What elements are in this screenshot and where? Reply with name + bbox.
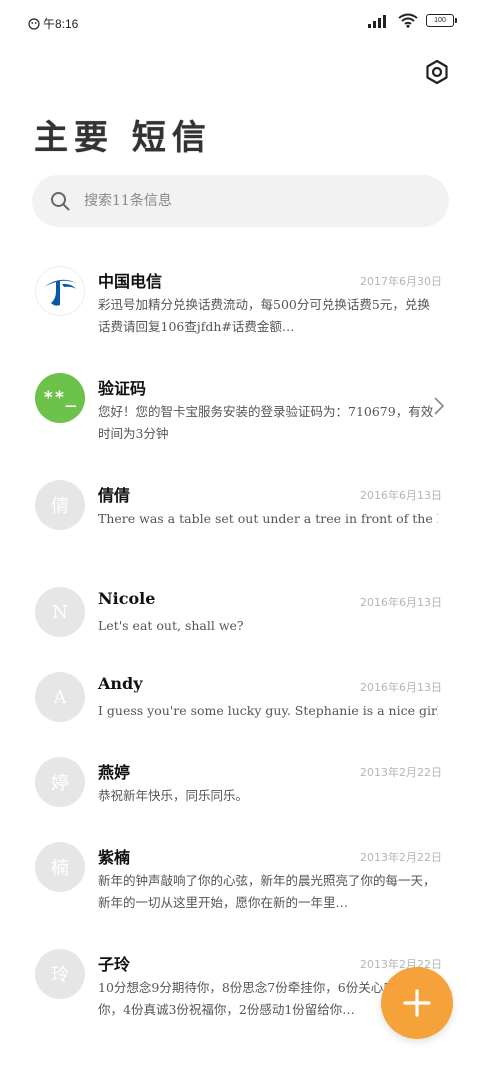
conversation-date: 2017年6月30日 <box>360 275 442 288</box>
avatar-text: 倩 <box>51 496 69 517</box>
conversation-name: Andy <box>98 674 143 693</box>
contact-avatar: 玲 <box>35 949 85 999</box>
contact-avatar: 倩 <box>35 480 85 530</box>
status-right: 100 <box>368 13 457 28</box>
status-left: 午8:16 <box>28 15 78 32</box>
conversation-item[interactable]: 婷 燕婷 2013年2月22日 恭祝新年快乐，同乐同乐。 <box>0 741 480 826</box>
bug-icon <box>28 17 40 30</box>
conversation-date: 2016年6月13日 <box>360 489 442 502</box>
contact-avatar: 婷 <box>35 757 85 807</box>
conversation-list: 中国电信 2017年6月30日 彩迅号加精分兑换话费流动，每500分可兑换话费5… <box>0 250 480 1040</box>
conversation-date: 2013年2月22日 <box>360 766 442 779</box>
hexagon-settings-icon <box>426 59 448 85</box>
signal-icon <box>368 14 386 28</box>
conversation-name: 倩倩 <box>98 486 131 505</box>
conversation-item[interactable]: N Nicole 2016年6月13日 Let's eat out, shall… <box>0 571 480 656</box>
status-bar: 午8:16 100 <box>0 0 480 44</box>
plus-icon <box>403 989 431 1017</box>
avatar-text: 婷 <box>51 773 69 794</box>
contact-avatar: N <box>35 587 85 637</box>
contact-avatar: A <box>35 672 85 722</box>
wifi-icon <box>398 13 418 28</box>
conversation-date: 2013年2月22日 <box>360 851 442 864</box>
conversation-preview: 新年的钟声敲响了你的心弦，新年的晨光照亮了你的每一天，新年的一切从这里开始，愿你… <box>98 873 436 910</box>
chevron-right-icon[interactable] <box>434 397 444 415</box>
contact-avatar: 楠 <box>35 842 85 892</box>
conversation-date: 2016年6月13日 <box>360 596 442 609</box>
conversation-preview: There was a table set out under a tree i… <box>98 511 438 526</box>
conversation-date: 2016年6月13日 <box>360 681 442 694</box>
conversation-item[interactable]: 倩 倩倩 2016年6月13日 There was a table set ou… <box>0 464 480 571</box>
conversation-item[interactable]: 中国电信 2017年6月30日 彩迅号加精分兑换话费流动，每500分可兑换话费5… <box>0 250 480 357</box>
status-time: 午8:16 <box>43 17 79 31</box>
code-avatar: **_ <box>35 373 85 423</box>
china-telecom-logo-icon <box>44 279 76 306</box>
avatar-text: 玲 <box>51 965 69 986</box>
battery-icon: 100 <box>426 14 457 27</box>
avatar-text: N <box>52 601 68 623</box>
conversation-name: 子玲 <box>98 955 131 974</box>
conversation-preview: 彩迅号加精分兑换话费流动，每500分可兑换话费5元，兑换话费请回复106查jfd… <box>98 297 430 334</box>
conversation-preview: 恭祝新年快乐，同乐同乐。 <box>98 788 249 803</box>
avatar-text: 楠 <box>51 858 69 879</box>
conversation-preview: 您好！您的智卡宝服务安装的登录验证码为：710679，有效时间为3分钟 <box>98 404 434 441</box>
conversation-name: 中国电信 <box>98 272 163 291</box>
page-title: 主要 短信 <box>34 118 212 158</box>
search-icon <box>51 192 70 211</box>
avatar-text: A <box>53 686 67 708</box>
conversation-preview: I guess you're some lucky guy. Stephanie… <box>98 703 438 718</box>
search-input[interactable] <box>84 185 424 217</box>
conversation-name: 验证码 <box>98 379 147 398</box>
conversation-name: 燕婷 <box>98 763 131 782</box>
search-bar[interactable] <box>32 175 449 227</box>
conversation-name: 紫楠 <box>98 848 131 867</box>
battery-level: 100 <box>434 17 446 24</box>
settings-button[interactable] <box>422 57 452 87</box>
conversation-item[interactable]: 楠 紫楠 2013年2月22日 新年的钟声敲响了你的心弦，新年的晨光照亮了你的每… <box>0 826 480 933</box>
avatar-text: **_ <box>43 388 77 408</box>
telecom-logo-avatar <box>35 266 85 316</box>
new-message-button[interactable] <box>381 967 453 1039</box>
conversation-item[interactable]: **_ 验证码 您好！您的智卡宝服务安装的登录验证码为：710679，有效时间为… <box>0 357 480 464</box>
conversation-name: Nicole <box>98 589 156 608</box>
conversation-preview: Let's eat out, shall we? <box>98 618 244 633</box>
conversation-item[interactable]: A Andy 2016年6月13日 I guess you're some lu… <box>0 656 480 741</box>
